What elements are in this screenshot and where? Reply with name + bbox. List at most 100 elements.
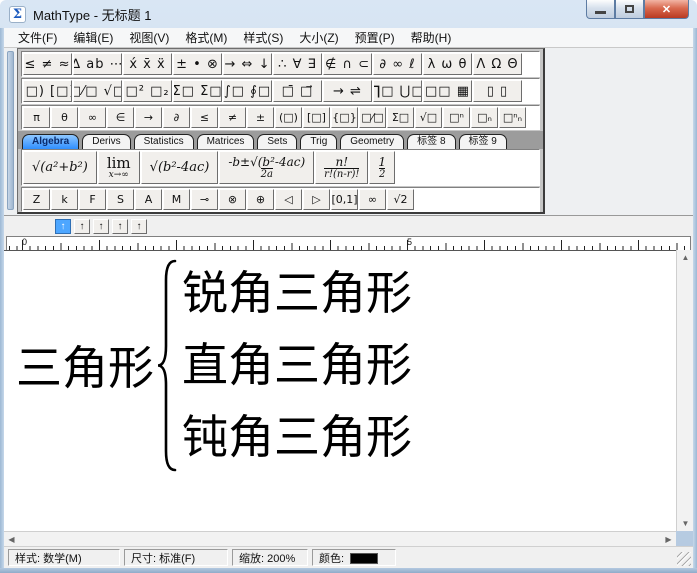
symbol-palette-3[interactable]: ± • ⊗ (173, 53, 222, 75)
small-bar-top-btn-12[interactable]: □⁄□ (359, 107, 386, 128)
title-bar[interactable]: Σ MathType - 无标题 1 ✕ (0, 0, 697, 28)
small-bar-top-btn-11[interactable]: {□} (331, 107, 358, 128)
small-bar-top-btn-8[interactable]: ± (247, 107, 274, 128)
template-palette-8[interactable]: □□ ▦ (423, 80, 472, 102)
symbol-palette-0[interactable]: ≤ ≠ ≈ (23, 53, 72, 75)
scroll-up-icon[interactable]: ▲ (678, 250, 693, 265)
small-bar-bottom-btn-3[interactable]: S (107, 189, 134, 210)
equation-editing-area[interactable]: 三角形 锐角三角形 直角三角形 钝角三角形 (4, 250, 676, 531)
algebra-expression-btn-3[interactable]: -b±√(b²-4ac) 2a (219, 151, 315, 184)
menu-item-3[interactable]: 格式(M) (177, 27, 235, 48)
template-palette-2[interactable]: □² □₂ (123, 80, 172, 102)
menu-item-7[interactable]: 帮助(H) (403, 27, 460, 48)
tab-标签-8[interactable]: 标签 8 (407, 134, 456, 149)
small-bar-bottom-btn-6[interactable]: ⊸ (191, 189, 218, 210)
small-bar-top-btn-0[interactable]: π (23, 107, 50, 128)
small-bar-bottom-btn-11[interactable]: [0,1] (331, 189, 358, 210)
small-bar-top-btn-14[interactable]: √□ (415, 107, 442, 128)
algebra-expression-btn-2[interactable]: √(b²-4ac) (140, 151, 219, 184)
small-bar-top-btn-17[interactable]: □ⁿₙ (499, 107, 526, 128)
scroll-left-icon[interactable]: ◀ (4, 532, 19, 547)
template-palette-9[interactable]: ▯ ▯ (473, 80, 522, 102)
small-bar-bottom-btn-7[interactable]: ⊗ (219, 189, 246, 210)
small-bar-bottom-btn-8[interactable]: ⊕ (247, 189, 274, 210)
horizontal-scrollbar[interactable]: ◀ ▶ (4, 531, 676, 546)
template-palette-3[interactable]: Σ□ Σ□ (173, 80, 222, 102)
equation[interactable]: 三角形 锐角三角形 直角三角形 钝角三角形 (16, 257, 412, 473)
vertical-scrollbar[interactable]: ▲ ▼ (676, 250, 693, 531)
symbol-palette-9[interactable]: Λ Ω Θ (473, 53, 522, 75)
template-palette-4[interactable]: ∫□ ∮□ (223, 80, 272, 102)
algebra-expression-btn-1[interactable]: lim x→∞ (97, 151, 140, 184)
center-tab-button[interactable]: ↑ (74, 219, 90, 234)
template-palette-0[interactable]: (□) [□] (23, 80, 72, 102)
algebra-expression-btn-0[interactable]: √(a²+b²) (23, 151, 97, 184)
equation-case-item-2[interactable]: 钝角三角形 (182, 401, 412, 473)
symbol-palette-6[interactable]: ∉ ∩ ⊂ (323, 53, 372, 75)
status-zoom[interactable]: 缩放: 200% (232, 549, 308, 566)
tab-sets[interactable]: Sets (257, 134, 298, 149)
tab-trig[interactable]: Trig (300, 134, 338, 149)
small-bar-top-btn-10[interactable]: [□] (303, 107, 330, 128)
status-size[interactable]: 尺寸: 标准(F) (124, 549, 228, 566)
tab-标签-9[interactable]: 标签 9 (458, 134, 507, 149)
menu-item-4[interactable]: 样式(S) (235, 27, 291, 48)
symbol-palette-1[interactable]: ∆ ab ⋯ (73, 53, 122, 75)
status-color[interactable]: 颜色: (312, 549, 396, 566)
small-bar-bottom-btn-12[interactable]: ∞ (359, 189, 386, 210)
toolbar-grip-handle[interactable] (7, 51, 14, 210)
small-bar-bottom-btn-10[interactable]: ▷ (303, 189, 330, 210)
symbol-palette-2[interactable]: x́ x̄ ẍ (123, 53, 172, 75)
small-bar-top-btn-13[interactable]: Σ□ (387, 107, 414, 128)
minimize-button[interactable] (586, 0, 615, 19)
small-bar-bottom-btn-4[interactable]: A (135, 189, 162, 210)
equation-case-item-0[interactable]: 锐角三角形 (182, 257, 412, 329)
small-bar-top-btn-2[interactable]: ∞ (79, 107, 106, 128)
scroll-down-icon[interactable]: ▼ (678, 516, 693, 531)
resize-grip[interactable] (677, 552, 691, 566)
tab-matrices[interactable]: Matrices (196, 134, 255, 149)
small-bar-bottom-btn-1[interactable]: k (51, 189, 78, 210)
ruler[interactable]: 05 (6, 236, 691, 251)
small-bar-top-btn-5[interactable]: ∂ (163, 107, 190, 128)
tab-geometry[interactable]: Geometry (340, 134, 405, 149)
menu-item-1[interactable]: 编辑(E) (65, 27, 121, 48)
equation-left-label[interactable]: 三角形 (16, 332, 154, 398)
symbol-palette-5[interactable]: ∴ ∀ ∃ (273, 53, 322, 75)
decimal-tab-button[interactable]: ↑ (131, 219, 147, 234)
scroll-right-icon[interactable]: ▶ (661, 532, 676, 547)
left-tab-button[interactable]: ↑ (55, 219, 71, 234)
menu-item-0[interactable]: 文件(F) (10, 27, 65, 48)
menu-item-2[interactable]: 视图(V) (121, 27, 177, 48)
menu-item-5[interactable]: 大小(Z) (291, 27, 346, 48)
close-button[interactable]: ✕ (644, 0, 689, 19)
small-bar-top-btn-15[interactable]: □ⁿ (443, 107, 470, 128)
restore-button[interactable] (615, 0, 644, 19)
template-palette-7[interactable]: ∏□ ⋃□ (373, 80, 422, 102)
small-bar-top-btn-6[interactable]: ≤ (191, 107, 218, 128)
tab-derivs[interactable]: Derivs (82, 134, 131, 149)
right-tab-button[interactable]: ↑ (93, 219, 109, 234)
equation-case-list[interactable]: 锐角三角形 直角三角形 钝角三角形 (182, 257, 412, 473)
algebra-expression-btn-4[interactable]: n! r!(n-r)! (315, 151, 369, 184)
small-bar-bottom-btn-13[interactable]: √2 (387, 189, 414, 210)
small-bar-bottom-btn-5[interactable]: M (163, 189, 190, 210)
small-bar-top-btn-4[interactable]: → (135, 107, 162, 128)
tab-statistics[interactable]: Statistics (133, 134, 194, 149)
relational-tab-button[interactable]: ↑ (112, 219, 128, 234)
algebra-expression-btn-5[interactable]: 12 (369, 151, 396, 184)
small-bar-bottom-btn-0[interactable]: Z (23, 189, 50, 210)
small-bar-bottom-btn-2[interactable]: F (79, 189, 106, 210)
template-palette-5[interactable]: □̄ □⃗ (273, 80, 322, 102)
small-bar-top-btn-7[interactable]: ≠ (219, 107, 246, 128)
small-bar-top-btn-9[interactable]: (□) (275, 107, 302, 128)
template-palette-6[interactable]: → ⇌ (323, 80, 372, 102)
symbol-palette-4[interactable]: → ⇔ ↓ (223, 53, 272, 75)
small-bar-top-btn-16[interactable]: □ₙ (471, 107, 498, 128)
menu-item-6[interactable]: 预置(P) (347, 27, 403, 48)
small-bar-top-btn-3[interactable]: ∈ (107, 107, 134, 128)
template-palette-1[interactable]: □⁄□ √□ (73, 80, 122, 102)
tab-algebra[interactable]: Algebra (22, 134, 80, 149)
symbol-palette-7[interactable]: ∂ ∞ ℓ (373, 53, 422, 75)
symbol-palette-8[interactable]: λ ω θ (423, 53, 472, 75)
